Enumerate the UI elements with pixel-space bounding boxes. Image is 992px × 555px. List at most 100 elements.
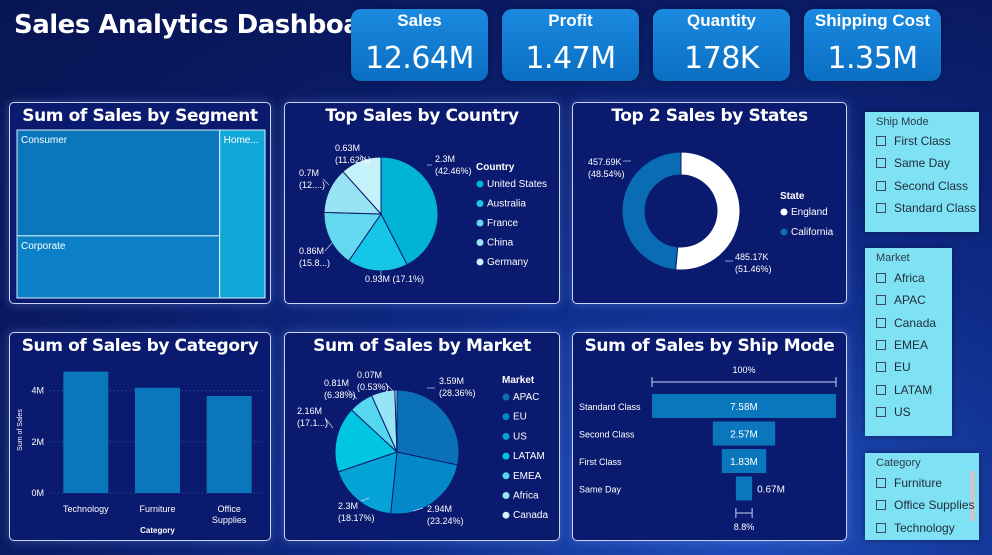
- funnel-category-label: Same Day: [579, 485, 622, 495]
- bar-technology[interactable]: [63, 371, 109, 493]
- checkbox[interactable]: [876, 273, 886, 283]
- option-label: EMEA: [894, 338, 929, 352]
- legend-marker[interactable]: [476, 219, 484, 227]
- checkbox[interactable]: [876, 136, 886, 146]
- kpi-card-sales[interactable]: Sales 12.64M: [351, 9, 488, 81]
- kpi-label: Shipping Cost: [814, 11, 931, 30]
- slicer-option[interactable]: LATAM: [876, 381, 932, 399]
- funnel-top-percent: 100%: [732, 365, 755, 375]
- data-label: 0.07M: [357, 370, 382, 380]
- legend-marker[interactable]: [780, 228, 788, 236]
- segment-treemap-card[interactable]: Sum of Sales by Segment Consumer Corporat…: [9, 102, 271, 304]
- states-donut-chart[interactable]: 485.17K (51.46%) 457.69K (48.54%) State Engla…: [573, 103, 846, 303]
- slicer-option[interactable]: Second Class: [876, 177, 968, 195]
- kpi-value: 178K: [684, 41, 759, 76]
- checkbox[interactable]: [876, 500, 886, 510]
- y-axis-title: Sum of Sales: [17, 409, 24, 451]
- option-label: APAC: [894, 293, 926, 307]
- option-label: Standard Class: [894, 201, 977, 215]
- legend-marker[interactable]: [476, 239, 484, 246]
- shipmode-funnel-card[interactable]: Sum of Sales by Ship Mode 100% Standard C…: [572, 332, 847, 541]
- funnel-category-label: Standard Class: [579, 402, 641, 412]
- country-pie-card[interactable]: Top Sales by Country 2.3M (42.46%) 0.93M (…: [284, 102, 560, 304]
- shipmode-funnel-chart[interactable]: 100% Standard Class 7.58M Second Class 2.57M…: [573, 333, 846, 540]
- slicer-option[interactable]: US: [876, 403, 911, 421]
- bar-officesupplies[interactable]: [206, 395, 252, 493]
- funnel-bar-sameday[interactable]: [735, 476, 753, 501]
- treemap-tile-home[interactable]: [219, 129, 266, 299]
- market-pie-chart[interactable]: 3.59M (28.36%) 2.94M (23.24%) 2.3M (18.17%) 2.…: [285, 333, 559, 540]
- legend-marker[interactable]: [476, 258, 484, 266]
- checkbox[interactable]: [876, 203, 886, 213]
- data-label: (15.8...): [299, 258, 330, 268]
- slicer-option[interactable]: Office Supplies: [876, 496, 975, 514]
- legend-label: Africa: [513, 491, 539, 502]
- checkbox[interactable]: [876, 362, 886, 372]
- legend-marker[interactable]: [476, 200, 484, 207]
- y-tick-label: 4M: [31, 386, 44, 396]
- checkbox[interactable]: [876, 523, 886, 533]
- legend-marker[interactable]: [502, 511, 510, 519]
- data-label: 0.67M: [757, 485, 785, 496]
- x-tick-label: Office: [217, 504, 240, 514]
- checkbox[interactable]: [876, 295, 886, 305]
- option-label: Technology: [894, 521, 955, 535]
- slicer-option[interactable]: Africa: [876, 269, 925, 287]
- category-slicer[interactable]: Category Furniture Office Supplies Techn…: [865, 453, 979, 540]
- data-label: 0.86M: [299, 246, 324, 256]
- market-pie-card[interactable]: Sum of Sales by Market 3.59M (28.36%) 2.94…: [284, 332, 560, 541]
- category-bar-card[interactable]: Sum of Sales by Category 0M 2M 4M Technolog…: [9, 332, 271, 541]
- option-label: First Class: [894, 134, 951, 148]
- donut-slice-england[interactable]: [675, 151, 741, 271]
- funnel-bottom-percent: 8.8%: [734, 522, 755, 532]
- slicer-option[interactable]: APAC: [876, 291, 926, 309]
- ship-mode-slicer[interactable]: Ship Mode First Class Same Day Second Cl…: [865, 112, 979, 232]
- market-slicer[interactable]: Market Africa APAC Canada EMEA EU LATAM …: [865, 248, 952, 436]
- y-tick-label: 2M: [31, 437, 44, 447]
- slicer-option[interactable]: Canada: [876, 314, 936, 332]
- donut-slice-california[interactable]: [621, 151, 682, 271]
- slicer-option[interactable]: Technology: [876, 519, 955, 537]
- data-label: (11.62%): [335, 155, 371, 165]
- kpi-card-shipping-cost[interactable]: Shipping Cost 1.35M: [804, 9, 941, 81]
- legend-marker[interactable]: [502, 393, 510, 401]
- slicer-option[interactable]: Standard Class: [876, 199, 976, 217]
- legend-marker[interactable]: [780, 208, 788, 216]
- checkbox[interactable]: [876, 385, 886, 395]
- checkbox[interactable]: [876, 340, 886, 350]
- country-pie-chart[interactable]: 2.3M (42.46%) 0.93M (17.1%) 0.86M (15.8...) 0…: [285, 103, 559, 303]
- kpi-value: 1.47M: [525, 41, 616, 76]
- checkbox[interactable]: [876, 407, 886, 417]
- legend-marker[interactable]: [502, 492, 510, 499]
- checkbox[interactable]: [876, 158, 886, 168]
- data-label: (0.53%): [357, 382, 389, 392]
- legend-marker[interactable]: [502, 472, 510, 480]
- data-label: (42.46%): [435, 166, 472, 176]
- slicer-option[interactable]: First Class: [876, 132, 951, 150]
- slicer-option[interactable]: Furniture: [876, 474, 942, 492]
- slicer-option[interactable]: Same Day: [876, 154, 950, 172]
- legend-marker[interactable]: [502, 413, 510, 421]
- checkbox[interactable]: [876, 478, 886, 488]
- slicer-option[interactable]: EU: [876, 358, 911, 376]
- legend-marker[interactable]: [476, 180, 484, 188]
- kpi-card-profit[interactable]: Profit 1.47M: [502, 9, 639, 81]
- legend-marker[interactable]: [502, 432, 510, 440]
- category-bar-chart[interactable]: 0M 2M 4M Technology Furniture OfficeSupplies C…: [10, 333, 270, 540]
- legend-label: England: [791, 207, 828, 218]
- kpi-card-quantity[interactable]: Quantity 178K: [653, 9, 790, 81]
- x-tick-label: Furniture: [139, 504, 175, 514]
- funnel-category-label: Second Class: [579, 430, 635, 440]
- segment-treemap[interactable]: Consumer Corporate Home...: [10, 103, 270, 303]
- data-label: (51.46%): [735, 264, 772, 274]
- bar-furniture[interactable]: [135, 387, 180, 493]
- data-label: 2.3M: [338, 501, 358, 511]
- checkbox[interactable]: [876, 318, 886, 328]
- option-label: Africa: [894, 271, 925, 285]
- checkbox[interactable]: [876, 181, 886, 191]
- legend-label: United States: [487, 179, 547, 190]
- slicer-option[interactable]: EMEA: [876, 336, 928, 354]
- states-donut-card[interactable]: Top 2 Sales by States 485.17K (51.46%) 457…: [572, 102, 847, 304]
- legend-marker[interactable]: [502, 452, 510, 460]
- y-tick-label: 0M: [31, 488, 44, 498]
